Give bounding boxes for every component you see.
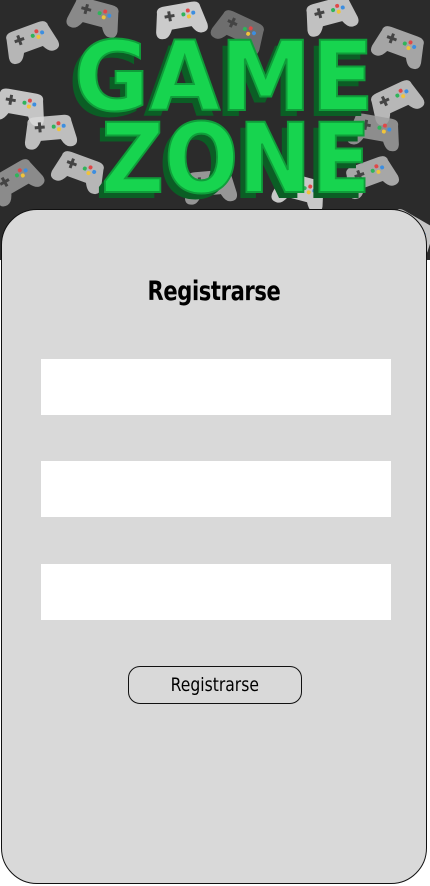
register-field-2[interactable] <box>41 461 391 517</box>
game-zone-logo: GAME GAME ZONE ZONE <box>0 0 430 220</box>
logo-line-2: ZONE <box>101 103 371 215</box>
register-field-3[interactable] <box>41 564 391 620</box>
register-field-1[interactable] <box>41 359 391 415</box>
register-card: Registrarse Registrarse <box>1 209 427 884</box>
page-title: Registrarse <box>147 276 281 307</box>
register-button-label: Registrarse <box>170 674 260 696</box>
register-button[interactable]: Registrarse <box>128 666 302 704</box>
